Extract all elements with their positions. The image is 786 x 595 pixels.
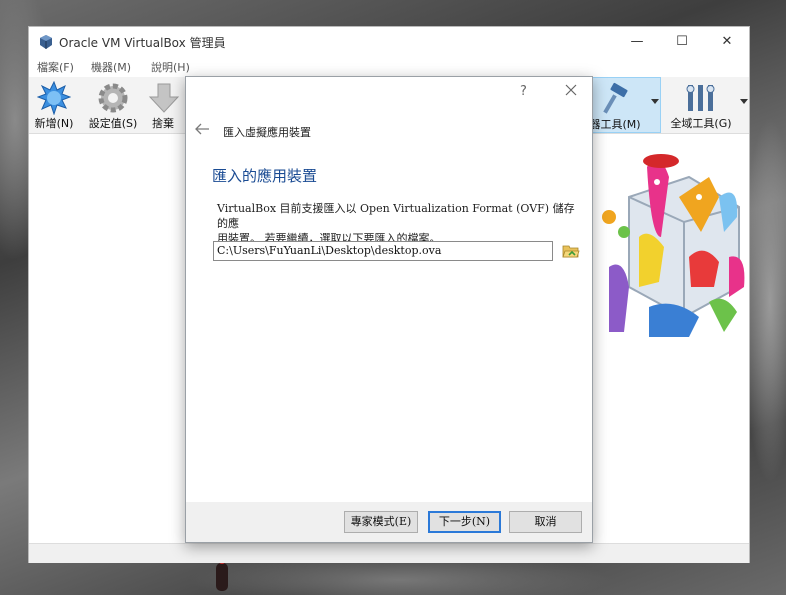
description-line-1: VirtualBox 目前支援匯入以 Open Virtualization F… xyxy=(217,202,575,230)
minimize-button[interactable]: — xyxy=(622,31,652,53)
discard-button[interactable]: 捨棄 xyxy=(143,77,183,133)
maximize-button[interactable]: ☐ xyxy=(667,31,697,53)
global-tools-dropdown-icon[interactable] xyxy=(740,99,748,104)
back-arrow-icon[interactable] xyxy=(194,123,210,135)
new-button[interactable]: 新增(N) xyxy=(31,77,77,133)
dialog-heading: 匯入的應用裝置 xyxy=(212,167,318,185)
discard-label: 捨棄 xyxy=(152,117,174,130)
title-bar[interactable]: Oracle VM VirtualBox 管理員 — ☐ ✕ xyxy=(29,27,749,57)
cancel-button[interactable]: 取消 xyxy=(509,511,582,533)
file-path-input[interactable]: C:\Users\FuYuanLi\Desktop\desktop.ova xyxy=(213,241,553,261)
dialog-header: 匯入虛擬應用裝置 xyxy=(223,126,311,139)
tools-icon xyxy=(686,85,715,111)
global-tools-button[interactable]: 全域工具(G) xyxy=(663,77,739,133)
menu-bar: 檔案(F) 機器(M) 說明(H) xyxy=(29,57,749,77)
dialog-close-icon[interactable] xyxy=(562,81,580,99)
climber-figure xyxy=(216,556,228,591)
folder-open-icon[interactable] xyxy=(562,242,580,260)
next-button[interactable]: 下一步(N) xyxy=(428,511,501,533)
close-button[interactable]: ✕ xyxy=(712,31,742,53)
settings-button[interactable]: 設定值(S) xyxy=(83,77,143,133)
settings-label: 設定值(S) xyxy=(88,117,138,130)
menu-help[interactable]: 說明(H) xyxy=(151,59,190,75)
menu-file[interactable]: 檔案(F) xyxy=(37,59,74,75)
dialog-description: VirtualBox 目前支援匯入以 Open Virtualization F… xyxy=(217,201,577,246)
import-appliance-dialog: ? 匯入虛擬應用裝置 匯入的應用裝置 VirtualBox 目前支援匯入以 Op… xyxy=(185,76,593,543)
down-arrow-icon xyxy=(148,83,180,113)
dialog-help-button[interactable]: ? xyxy=(520,84,527,99)
new-label: 新增(N) xyxy=(34,117,74,130)
new-starburst-icon xyxy=(37,81,71,115)
virtualbox-mascot-illustration xyxy=(602,154,745,337)
global-tools-label: 全域工具(G) xyxy=(670,117,732,130)
window-title: Oracle VM VirtualBox 管理員 xyxy=(59,36,226,50)
status-bar xyxy=(29,543,749,563)
virtualbox-icon xyxy=(40,35,52,49)
machine-tools-dropdown-icon[interactable] xyxy=(651,99,659,104)
dialog-footer: 專家模式(E) 下一步(N) 取消 xyxy=(186,502,592,542)
gear-icon xyxy=(98,83,128,113)
expert-mode-button[interactable]: 專家模式(E) xyxy=(344,511,418,533)
hammer-icon xyxy=(603,82,628,114)
machine-list-pane[interactable] xyxy=(29,134,179,544)
menu-machine[interactable]: 機器(M) xyxy=(91,59,131,75)
